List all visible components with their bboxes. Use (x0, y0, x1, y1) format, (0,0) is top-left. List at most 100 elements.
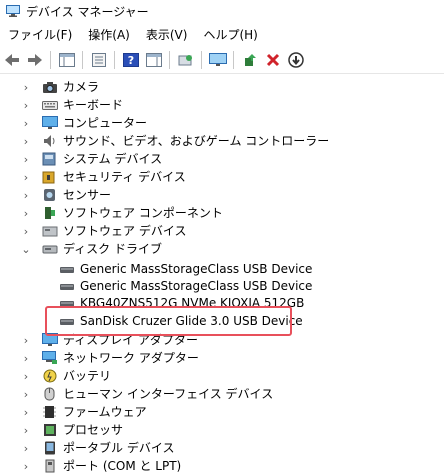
uninstall-device-button[interactable] (262, 49, 284, 71)
tree-node-software-devices[interactable]: › ソフトウェア デバイス (24, 222, 187, 240)
hid-icon (42, 387, 58, 401)
chevron-right-icon[interactable]: › (20, 457, 32, 475)
tree-label: Generic MassStorageClass USB Device (80, 279, 313, 293)
menu-action[interactable]: 操作(A) (80, 24, 138, 46)
security-device-icon (42, 170, 58, 184)
computer-icon (42, 116, 58, 130)
back-button[interactable] (1, 49, 23, 71)
device-manager-icon (6, 5, 20, 17)
tree-node-firmware[interactable]: › ファームウェア (24, 403, 147, 421)
toolbar-separator (82, 51, 83, 69)
tree-node-battery[interactable]: › バッテリ (24, 367, 111, 385)
console-tree-icon (59, 53, 75, 67)
tree-label: バッテリ (63, 369, 112, 383)
tree-node-hid[interactable]: › ヒューマン インターフェイス デバイス (24, 385, 273, 403)
disk-drive-icon (59, 279, 75, 293)
tree-node-software-components[interactable]: › ソフトウェア コンポーネント (24, 204, 223, 222)
chevron-right-icon[interactable]: › (20, 114, 32, 132)
scan-hardware-icon (178, 55, 192, 66)
tree-node-computer[interactable]: › コンピューター (24, 114, 147, 132)
network-adapter-icon (42, 351, 58, 365)
tree-node-ports[interactable]: › ポート (COM と LPT) (24, 457, 181, 475)
tree-label: ディスク ドライブ (63, 242, 162, 256)
menu-help[interactable]: ヘルプ(H) (195, 24, 265, 46)
chevron-right-icon[interactable]: › (20, 421, 32, 439)
update-driver-button[interactable] (239, 49, 261, 71)
help-button[interactable]: ? (120, 49, 142, 71)
forward-button[interactable] (24, 49, 46, 71)
tree-node-disk-generic-2[interactable]: Generic MassStorageClass USB Device (59, 277, 312, 295)
highlight-box (45, 306, 292, 336)
tree-label: ソフトウェア コンポーネント (63, 206, 223, 220)
tree-label: コンピューター (63, 116, 148, 130)
show-hide-console-tree-button[interactable] (56, 49, 78, 71)
chevron-right-icon[interactable]: › (20, 439, 32, 457)
chevron-right-icon[interactable]: › (20, 385, 32, 403)
tree-label: サウンド、ビデオ、およびゲーム コントローラー (63, 134, 330, 148)
properties-icon (92, 53, 106, 67)
chevron-right-icon[interactable]: › (20, 222, 32, 240)
tree-node-system-devices[interactable]: › システム デバイス (24, 150, 162, 168)
chevron-right-icon[interactable]: › (20, 367, 32, 385)
chevron-down-icon[interactable]: ⌄ (20, 240, 32, 258)
keyboard-icon (42, 98, 58, 112)
chevron-right-icon[interactable]: › (20, 168, 32, 186)
chevron-right-icon[interactable]: › (20, 403, 32, 421)
help-icon: ? (123, 53, 139, 67)
tree-node-security-devices[interactable]: › セキュリティ デバイス (24, 168, 186, 186)
portable-device-icon (42, 441, 58, 455)
red-x-icon (266, 53, 280, 67)
tree-label: ソフトウェア デバイス (63, 224, 187, 238)
arrow-right-icon (28, 54, 42, 66)
action-pane-icon (146, 53, 162, 67)
firmware-icon (42, 405, 58, 419)
chevron-right-icon[interactable]: › (20, 349, 32, 367)
down-arrow-circle-icon (288, 52, 304, 68)
display-monitor-button[interactable] (207, 49, 229, 71)
scan-hardware-changes-button[interactable] (175, 49, 197, 71)
toolbar-separator (201, 51, 202, 69)
sensor-icon (42, 188, 58, 202)
chevron-right-icon[interactable]: › (20, 96, 32, 114)
camera-icon (42, 80, 58, 94)
show-action-pane-button[interactable] (143, 49, 165, 71)
menu-file[interactable]: ファイル(F) (0, 24, 80, 46)
chevron-right-icon[interactable]: › (20, 331, 32, 349)
tree-node-processors[interactable]: › プロセッサ (24, 421, 123, 439)
tree-node-disk-generic-1[interactable]: Generic MassStorageClass USB Device (59, 260, 312, 278)
tree-label: カメラ (63, 80, 100, 94)
tree-node-sound-video-game[interactable]: › サウンド、ビデオ、およびゲーム コントローラー (24, 132, 329, 150)
software-component-icon (42, 206, 58, 220)
tree-label: センサー (63, 188, 112, 202)
software-device-icon (42, 224, 58, 238)
tree-node-camera[interactable]: › カメラ (24, 78, 99, 96)
chevron-right-icon[interactable]: › (20, 132, 32, 150)
tree-node-keyboard[interactable]: › キーボード (24, 96, 123, 114)
tree-label: キーボード (63, 98, 124, 112)
tree-node-network-adapters[interactable]: › ネットワーク アダプター (24, 349, 199, 367)
tree-node-disk-drives[interactable]: ⌄ ディスク ドライブ (21, 240, 162, 258)
tree-node-sensors[interactable]: › センサー (24, 186, 111, 204)
battery-icon (42, 369, 58, 383)
chevron-right-icon[interactable]: › (20, 150, 32, 168)
processor-icon (42, 423, 58, 437)
toolbar-separator (233, 51, 234, 69)
menu-view[interactable]: 表示(V) (138, 24, 196, 46)
chevron-right-icon[interactable]: › (20, 186, 32, 204)
chevron-right-icon[interactable]: › (20, 78, 32, 96)
tree-node-portable-devices[interactable]: › ポータブル デバイス (24, 439, 175, 457)
chevron-right-icon[interactable]: › (20, 204, 32, 222)
menu-bar: ファイル(F) 操作(A) 表示(V) ヘルプ(H) (0, 24, 444, 46)
properties-button[interactable] (88, 49, 110, 71)
svg-text:?: ? (128, 54, 134, 67)
toolbar: ? (0, 47, 444, 74)
system-device-icon (42, 152, 58, 166)
arrow-left-icon (5, 54, 19, 66)
monitor-icon (209, 53, 227, 66)
speaker-icon (42, 134, 58, 148)
window-title: デバイス マネージャー (26, 4, 149, 19)
update-driver-icon (245, 54, 256, 66)
enable-device-button[interactable] (285, 49, 307, 71)
tree-label: Generic MassStorageClass USB Device (80, 262, 313, 276)
disk-drive-icon (42, 242, 58, 256)
